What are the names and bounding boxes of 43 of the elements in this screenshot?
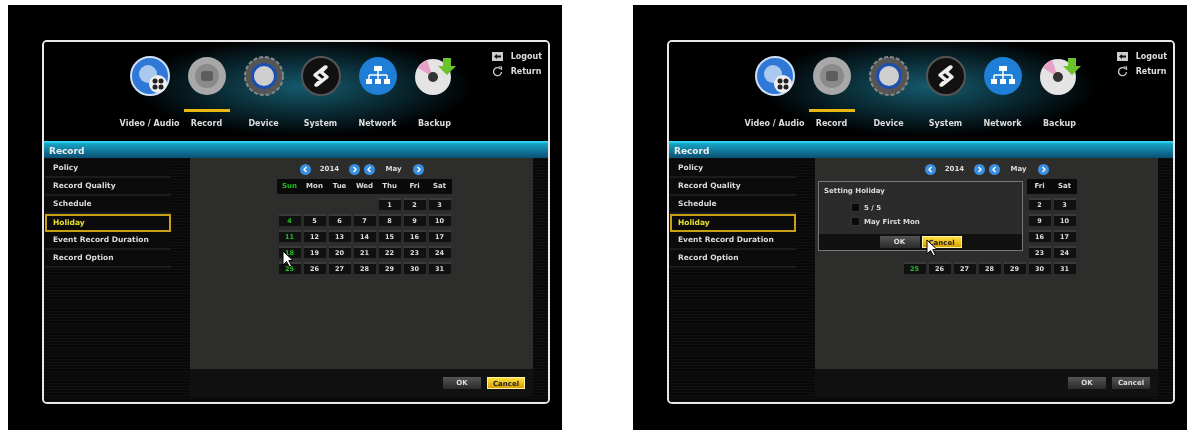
logout-button[interactable]: Logout (491, 52, 542, 61)
knob-icon (243, 55, 284, 97)
checkbox[interactable] (851, 203, 860, 212)
lens-icon (186, 55, 227, 97)
next-button[interactable] (1037, 163, 1049, 175)
menu-tab[interactable]: Network (350, 55, 405, 141)
menu-tab[interactable]: Network (975, 55, 1030, 141)
disc-download-icon (412, 55, 457, 97)
menu-tab[interactable]: System (293, 55, 348, 141)
checkbox[interactable] (851, 217, 860, 226)
lens-icon (811, 55, 852, 97)
logout-button[interactable]: Logout (1116, 52, 1167, 61)
logout-icon (491, 52, 503, 61)
next-button[interactable] (412, 163, 424, 175)
next-button[interactable] (348, 163, 360, 175)
previous-button[interactable] (988, 163, 1000, 175)
menu-tab[interactable]: Device (861, 55, 916, 141)
section-title-bar: Record (669, 141, 1173, 158)
previous-button[interactable] (363, 163, 375, 175)
previous-button[interactable] (924, 163, 936, 175)
menu-tab[interactable]: Record (179, 55, 234, 141)
return-button[interactable]: Return (491, 66, 542, 77)
menu-tab[interactable]: Backup (1032, 55, 1087, 141)
next-button[interactable] (973, 163, 985, 175)
mouse-pointer-icon (281, 250, 294, 268)
disc-download-icon (1037, 55, 1082, 97)
logout-icon (1116, 52, 1128, 61)
return-button[interactable]: Return (1116, 66, 1167, 77)
speaker-film-icon (754, 55, 795, 97)
network-icon (982, 55, 1023, 97)
previous-button[interactable] (299, 163, 311, 175)
knob-icon (868, 55, 909, 97)
menu-tab[interactable]: System (918, 55, 973, 141)
refresh-icon (491, 66, 503, 77)
menu-tab[interactable]: Backup (407, 55, 462, 141)
swirl-icon (925, 55, 966, 97)
speaker-film-icon (129, 55, 170, 97)
refresh-icon (1116, 66, 1128, 77)
menu-tab[interactable]: Device (236, 55, 291, 141)
network-icon (357, 55, 398, 97)
swirl-icon (300, 55, 341, 97)
menu-tab[interactable]: Record (804, 55, 859, 141)
section-title-bar: Record (44, 141, 548, 158)
